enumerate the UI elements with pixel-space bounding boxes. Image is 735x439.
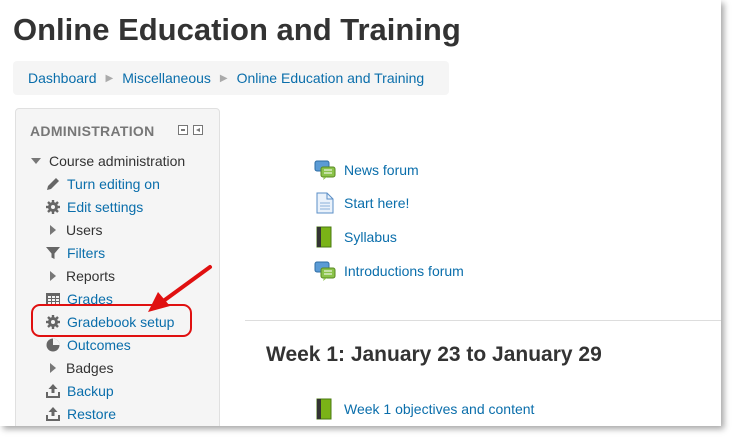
breadcrumb-course[interactable]: Online Education and Training <box>237 70 425 86</box>
breadcrumb: Dashboard ▶ Miscellaneous ▶ Online Educa… <box>13 61 449 95</box>
admin-item-label: Restore <box>67 406 117 422</box>
admin-item-reports[interactable]: Reports <box>45 266 115 286</box>
breadcrumb-dashboard[interactable]: Dashboard <box>28 70 97 86</box>
dock-block-icon[interactable] <box>193 125 203 135</box>
expand-triangle-icon <box>50 363 56 373</box>
hide-block-icon[interactable] <box>178 125 188 135</box>
admin-item-label: Filters <box>67 245 106 261</box>
forum-icon <box>314 160 336 180</box>
admin-item-label: Badges <box>66 360 114 376</box>
course-administration-label: Course administration <box>49 153 186 169</box>
activity-introductions-forum[interactable]: Introductions forum <box>314 260 464 282</box>
admin-item-edit-settings[interactable]: Edit settings <box>45 197 143 217</box>
breadcrumb-miscellaneous[interactable]: Miscellaneous <box>122 70 211 86</box>
red-arrow-icon <box>148 265 212 312</box>
upload-icon <box>45 406 61 422</box>
expand-triangle-icon <box>50 271 56 281</box>
upload-icon <box>45 383 61 399</box>
activity-week-1-objectives[interactable]: Week 1 objectives and content <box>314 398 534 420</box>
admin-item-label: Reports <box>66 268 116 284</box>
admin-item-label: Outcomes <box>67 337 131 353</box>
admin-item-label: Turn editing on <box>67 176 160 192</box>
admin-item-label: Users <box>66 222 103 238</box>
admin-item-backup[interactable]: Backup <box>45 381 114 401</box>
page-icon <box>316 192 334 214</box>
administration-header: ADMINISTRATION <box>30 123 155 139</box>
breadcrumb-separator-icon: ▶ <box>219 72 228 84</box>
expand-triangle-icon <box>50 225 56 235</box>
book-icon <box>316 226 332 248</box>
admin-item-filters[interactable]: Filters <box>45 243 105 263</box>
forum-icon <box>314 261 336 281</box>
course-administration-node[interactable]: Course administration <box>30 151 185 171</box>
admin-item-turn-editing-on[interactable]: Turn editing on <box>45 174 160 194</box>
admin-item-restore[interactable]: Restore <box>45 404 116 424</box>
activity-label[interactable]: Week 1 objectives and content <box>344 401 534 417</box>
outcomes-pie-icon <box>45 337 61 353</box>
section-divider <box>245 320 721 321</box>
gear-icon <box>45 199 61 215</box>
activity-label[interactable]: Introductions forum <box>344 263 464 279</box>
activity-news-forum[interactable]: News forum <box>314 159 419 181</box>
activity-label[interactable]: News forum <box>344 162 419 178</box>
admin-item-label: Backup <box>67 383 114 399</box>
activity-label[interactable]: Syllabus <box>344 229 397 245</box>
activity-label[interactable]: Start here! <box>344 195 409 211</box>
breadcrumb-separator-icon: ▶ <box>105 72 114 84</box>
admin-item-outcomes[interactable]: Outcomes <box>45 335 131 355</box>
collapse-triangle-icon <box>31 158 41 164</box>
page-title: Online Education and Training <box>13 12 461 47</box>
admin-item-badges[interactable]: Badges <box>45 358 113 378</box>
filter-icon <box>45 245 61 261</box>
book-icon <box>316 398 332 420</box>
activity-syllabus[interactable]: Syllabus <box>314 226 397 248</box>
admin-item-label: Edit settings <box>67 199 144 215</box>
moodle-course-page: Online Education and Training Dashboard … <box>0 0 721 426</box>
activity-start-here[interactable]: Start here! <box>314 192 409 214</box>
week-1-title: Week 1: January 23 to January 29 <box>266 343 602 366</box>
pencil-icon <box>45 176 61 192</box>
admin-item-users[interactable]: Users <box>45 220 103 240</box>
